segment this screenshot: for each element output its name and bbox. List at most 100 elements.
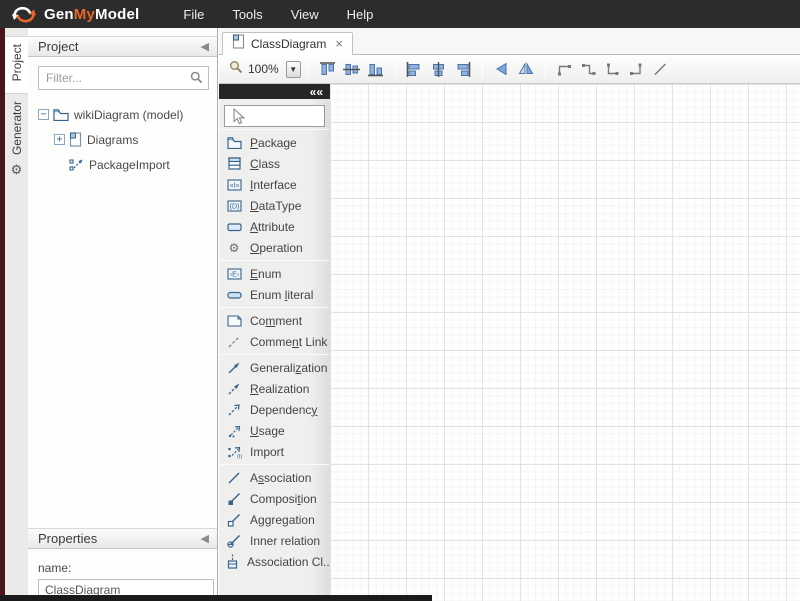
- svg-text:(I): (I): [237, 454, 242, 459]
- palette-tool-label: Operation: [250, 241, 303, 255]
- palette-tool-interface[interactable]: «I»Interface: [219, 174, 330, 195]
- palette-tool-inner-relation[interactable]: Inner relation: [219, 530, 330, 551]
- palette-separator: [220, 307, 329, 308]
- palette-tool-label: Association: [250, 471, 311, 485]
- zoom-dropdown-button[interactable]: ▼: [286, 61, 301, 78]
- tab-label: ClassDiagram: [251, 37, 326, 51]
- expand-expander-icon[interactable]: +: [54, 134, 65, 145]
- align-bottom-icon[interactable]: [364, 58, 388, 80]
- palette-tool-selection[interactable]: [224, 105, 325, 127]
- tree-item-label: wikiDiagram (model): [74, 108, 183, 122]
- flip-left-icon[interactable]: [490, 58, 514, 80]
- toolbar-separator: [395, 60, 396, 78]
- palette-separator: [220, 260, 329, 261]
- align-top-icon[interactable]: [316, 58, 340, 80]
- collapse-palette-icon[interactable]: ««: [310, 87, 323, 97]
- tool-palette: «« Package Class «I»Interface(D)DataType At…: [219, 84, 330, 601]
- zoom-widget: 100% ▼: [229, 60, 301, 79]
- palette-tool-label: Dependency: [250, 403, 317, 417]
- palette-tool-label: Enum: [250, 267, 281, 281]
- palette-tool-label: Enum literal: [250, 288, 313, 302]
- sidebar-tab-generator[interactable]: Generator ⚙: [5, 94, 28, 185]
- palette-tool-comment-link[interactable]: Comment Link: [219, 331, 330, 352]
- palette-tool-usage[interactable]: Usage: [219, 420, 330, 441]
- conn-corner-left-icon[interactable]: [601, 58, 625, 80]
- palette-tool-label: Aggregation: [250, 513, 315, 527]
- collapse-expander-icon[interactable]: −: [38, 109, 49, 120]
- palette-tool-dependency[interactable]: Dependency: [219, 399, 330, 420]
- properties-panel-header: Properties ◀: [28, 528, 217, 549]
- sidebar-tab-project[interactable]: Project: [5, 36, 28, 94]
- conn-orthogonal-up-icon[interactable]: [553, 58, 577, 80]
- palette-header: ««: [219, 84, 330, 99]
- palette-separator: [220, 354, 329, 355]
- model-tree: − wikiDiagram (model) + Diagrams PackageImpo…: [28, 102, 217, 177]
- align-left-icon[interactable]: [403, 58, 427, 80]
- comment-icon: [226, 315, 242, 327]
- diagram-canvas[interactable]: [330, 84, 800, 601]
- sidebar-tab-label: Generator: [10, 101, 24, 155]
- left-tab-strip: Project Generator ⚙: [5, 28, 28, 601]
- toolbar-buttons: [316, 58, 673, 80]
- palette-tool-label: Association Cl...: [247, 555, 330, 569]
- collapse-left-icon[interactable]: ◀: [201, 40, 209, 53]
- dependency-icon: [226, 403, 242, 417]
- palette-tool-enum-literal[interactable]: Enum literal: [219, 284, 330, 305]
- palette-tool-label: Realization: [250, 382, 309, 396]
- close-icon[interactable]: ×: [335, 38, 343, 50]
- align-right-icon[interactable]: [451, 58, 475, 80]
- toolbar-separator: [482, 60, 483, 78]
- palette-tool-composition[interactable]: Composition: [219, 488, 330, 509]
- tree-item-packageimport[interactable]: PackageImport: [28, 152, 217, 177]
- palette-tool-label: Attribute: [250, 220, 295, 234]
- palette-tool-label: Class: [250, 157, 280, 171]
- project-panel-title: Project: [38, 39, 201, 54]
- palette-tool-comment[interactable]: Comment: [219, 310, 330, 331]
- palette-tool-enum[interactable]: ‹E›Enum: [219, 263, 330, 284]
- enum-literal-icon: [226, 290, 242, 300]
- palette-tool-realization[interactable]: Realization: [219, 378, 330, 399]
- palette-tool-generalization[interactable]: Generalization: [219, 357, 330, 378]
- palette-tool-operation[interactable]: ⚙Operation: [219, 237, 330, 258]
- properties-panel-title: Properties: [38, 531, 201, 546]
- flip-horizontal-icon[interactable]: [514, 58, 538, 80]
- palette-tool-aggregation[interactable]: Aggregation: [219, 509, 330, 530]
- tab-classdiagram[interactable]: ClassDiagram ×: [222, 32, 353, 55]
- palette-tool-datatype[interactable]: (D)DataType: [219, 195, 330, 216]
- filter-input[interactable]: [38, 66, 209, 90]
- conn-straight-icon[interactable]: [649, 58, 673, 80]
- palette-tool-label: Inner relation: [250, 534, 320, 548]
- align-middle-icon[interactable]: [340, 58, 364, 80]
- palette-tool-association[interactable]: Association: [219, 467, 330, 488]
- window-left-edge: [0, 28, 5, 601]
- palette-tool-import[interactable]: (I)Import: [219, 441, 330, 462]
- conn-orthogonal-down-icon[interactable]: [577, 58, 601, 80]
- genmymodel-app: GenMyModel FileToolsViewHelp ProjectGene…: [0, 0, 800, 601]
- filter-box: [38, 66, 209, 90]
- gear-icon: ⚙: [11, 161, 23, 179]
- conn-corner-right-icon[interactable]: [625, 58, 649, 80]
- menu-help[interactable]: Help: [333, 2, 388, 27]
- palette-tool-package[interactable]: Package: [219, 132, 330, 153]
- palette-tool-class[interactable]: Class: [219, 153, 330, 174]
- menu-view[interactable]: View: [277, 2, 333, 27]
- svg-text:(D): (D): [229, 203, 239, 210]
- tree-item-wikidiagram-model[interactable]: − wikiDiagram (model): [28, 102, 217, 127]
- inner-relation-icon: [226, 534, 242, 548]
- collapse-left-icon[interactable]: ◀: [201, 532, 209, 545]
- generalization-icon: [226, 361, 242, 375]
- menu-file[interactable]: File: [169, 2, 218, 27]
- model-icon: [53, 108, 69, 121]
- diagram-file-icon: [69, 132, 82, 147]
- tree-item-label: Diagrams: [87, 133, 138, 147]
- editor-area: ClassDiagram × 100% ▼ ««: [219, 28, 800, 601]
- tree-item-diagrams[interactable]: + Diagrams: [28, 127, 217, 152]
- usage-icon: [226, 424, 242, 438]
- diagram-toolbar: 100% ▼: [219, 55, 800, 84]
- align-center-icon[interactable]: [427, 58, 451, 80]
- window-bottom-edge: [0, 595, 432, 601]
- palette-tool-attribute[interactable]: Attribute: [219, 216, 330, 237]
- palette-tool-label: Generalization: [250, 361, 327, 375]
- menu-tools[interactable]: Tools: [218, 2, 276, 27]
- palette-tool-association-cl[interactable]: Association Cl...: [219, 551, 330, 572]
